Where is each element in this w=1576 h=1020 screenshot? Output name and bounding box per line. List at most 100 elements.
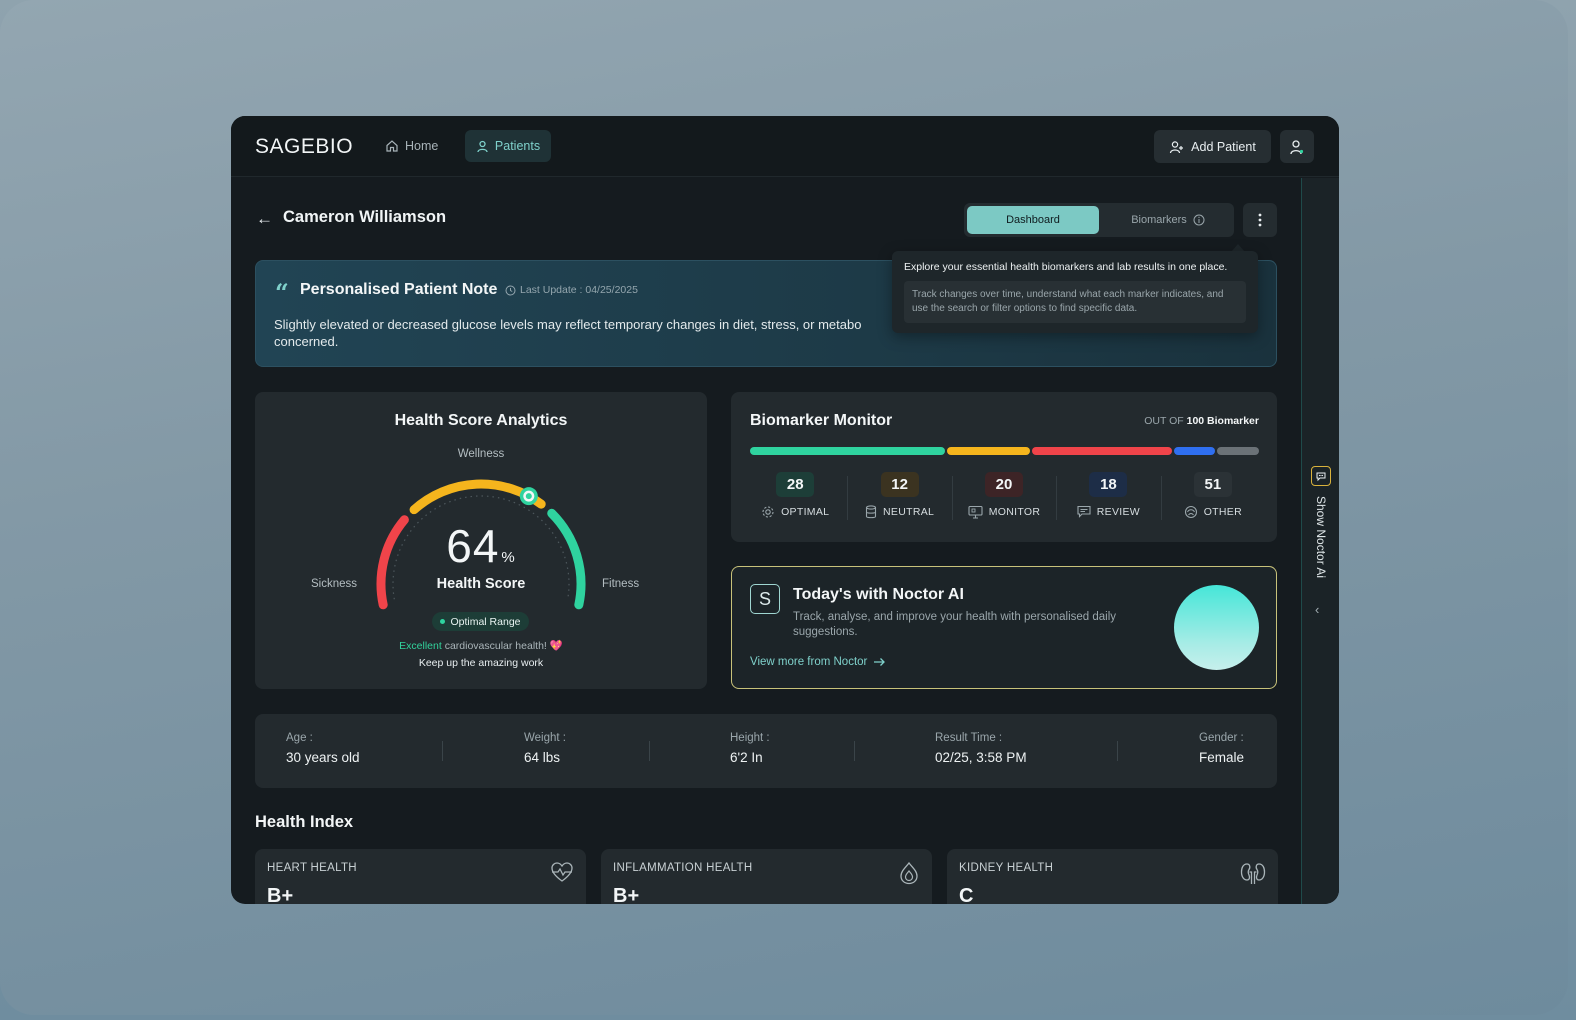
health-message: Excellent cardiovascular health! 💖 [255, 639, 707, 652]
nav-patients[interactable]: Patients [465, 130, 551, 162]
chevron-left-icon[interactable]: ‹ [1315, 602, 1319, 617]
tab-biomarkers-label: Biomarkers [1131, 214, 1187, 226]
range-badge-text: Optimal Range [450, 615, 521, 628]
comment-icon [1077, 505, 1091, 518]
health-index-title: Health Index [255, 813, 354, 831]
stat-label-row: OTHER [1184, 505, 1242, 519]
tab-biomarkers[interactable]: Biomarkers [1104, 206, 1232, 234]
info-value: 02/25, 3:58 PM [935, 750, 1027, 765]
bar-segment-monitor [1032, 447, 1172, 455]
health-score-card: Health Score Analytics Wellness Sickness… [255, 392, 707, 689]
note-body: Slightly elevated or decreased glucose l… [274, 316, 904, 350]
noctor-orb [1174, 585, 1259, 670]
info-gender: Gender : Female [1199, 732, 1244, 765]
nav-home[interactable]: Home [377, 130, 446, 162]
stat-value: 18 [1089, 472, 1128, 497]
stat-value: 28 [776, 472, 815, 497]
noctor-logo: S [750, 584, 780, 614]
score-unit: % [501, 549, 516, 566]
stat-optimal[interactable]: 28 OPTIMAL [743, 472, 847, 524]
heart-emoji-icon: 💖 [549, 640, 563, 652]
database-icon [865, 505, 877, 519]
info-value: Female [1199, 750, 1245, 765]
bar-segment-other [1217, 447, 1259, 455]
heart-pulse-icon [551, 862, 573, 882]
info-key: Result Time : [935, 732, 1003, 744]
card-name: HEART HEALTH [267, 862, 357, 874]
monitor-icon [968, 505, 983, 519]
info-value: 6'2 In [730, 750, 763, 765]
more-options-button[interactable] [1243, 203, 1277, 237]
note-title: Personalised Patient Note [300, 281, 498, 298]
info-key: Weight : [524, 732, 566, 744]
nav-patients-label: Patients [494, 139, 541, 153]
gauge-knob-dot [525, 493, 532, 500]
card-name: INFLAMMATION HEALTH [613, 862, 753, 874]
stat-value: 20 [985, 472, 1024, 497]
stat-label-row: OPTIMAL [761, 505, 829, 519]
stat-label-row: MONITOR [968, 505, 1041, 519]
stat-label: OTHER [1203, 506, 1242, 518]
stat-label: NEUTRAL [883, 506, 935, 518]
stat-label-row: NEUTRAL [865, 505, 934, 519]
clock-icon [505, 285, 516, 295]
info-key: Height : [730, 732, 770, 744]
user-plus-icon [1170, 140, 1184, 153]
kidney-icon [1240, 863, 1266, 884]
score-number: 64 [446, 520, 500, 572]
card-grade: C [959, 885, 974, 904]
stat-label: MONITOR [988, 506, 1041, 518]
other-icon [1184, 505, 1197, 519]
info-weight: Weight : 64 lbs [524, 732, 566, 765]
tooltip-title: Explore your essential health biomarkers… [904, 261, 1228, 273]
stat-value: 12 [880, 472, 919, 497]
gear-icon [762, 506, 774, 518]
chat-icon[interactable] [1311, 466, 1331, 486]
top-nav: SAGEBIO Home Patients Add Patient [231, 116, 1339, 177]
divider [1117, 741, 1118, 761]
back-arrow-icon[interactable]: ← [256, 209, 273, 229]
excellent-text: Excellent [399, 640, 442, 652]
inflammation-health-card[interactable]: INFLAMMATION HEALTH B+ [601, 849, 932, 904]
logo[interactable]: SAGEBIO [255, 135, 353, 159]
divider [442, 741, 443, 761]
bar-segment-optimal [750, 447, 945, 455]
wellness-label: Wellness [457, 448, 505, 460]
info-icon [1193, 214, 1205, 226]
stat-label-row: REVIEW [1077, 505, 1140, 518]
kidney-health-card[interactable]: KIDNEY HEALTH C [947, 849, 1278, 904]
info-age: Age : 30 years old [286, 732, 360, 765]
health-score-value: 64% [255, 519, 707, 573]
tooltip-body: Track changes over time, understand what… [904, 281, 1246, 323]
home-icon [386, 140, 398, 152]
status-dot [440, 619, 446, 624]
drop-icon [900, 861, 918, 885]
add-patient-label: Add Patient [1191, 139, 1256, 154]
stat-label: REVIEW [1096, 505, 1141, 518]
bar-segment-neutral [946, 447, 1031, 455]
arrow-right-icon [874, 658, 886, 666]
noctor-description: Track, analyse, and improve your health … [793, 611, 1117, 638]
profile-button[interactable] [1280, 130, 1314, 163]
stat-neutral[interactable]: 12 NEUTRAL [847, 472, 951, 524]
tab-dashboard[interactable]: Dashboard [967, 206, 1099, 234]
noctor-side-panel[interactable]: Show Noctor Ai ‹ [1301, 178, 1339, 904]
note-body-line1: Slightly elevated or decreased glucose l… [274, 317, 862, 332]
noctor-title: Today's with Noctor AI [793, 586, 964, 603]
bar-segment-review [1173, 447, 1216, 455]
noctor-ai-card: S Today's with Noctor AI Track, analyse,… [731, 566, 1277, 689]
add-patient-button[interactable]: Add Patient [1154, 130, 1271, 163]
stat-monitor[interactable]: 20 MONITOR [951, 472, 1056, 524]
view-noctor-text: View more from Noctor [750, 656, 868, 668]
health-score-label: Health Score [436, 576, 526, 592]
view-noctor-link[interactable]: View more from Noctor [750, 656, 886, 668]
stat-review[interactable]: 18 REVIEW [1056, 472, 1160, 524]
biomarker-stats: 28 OPTIMAL 12 NEUTRAL 20 MONITOR 18 REVI… [743, 472, 1265, 524]
out-of-value: 100 Biomarker [1186, 415, 1259, 427]
note-body-line2: concerned. [274, 334, 339, 349]
heart-health-card[interactable]: HEART HEALTH B+ [255, 849, 586, 904]
info-key: Age : [286, 732, 313, 744]
show-noctor-label[interactable]: Show Noctor Ai [1302, 492, 1339, 602]
note-last-update-text: Last Update : 04/25/2025 [520, 284, 638, 296]
stat-other[interactable]: 51 OTHER [1160, 472, 1265, 524]
